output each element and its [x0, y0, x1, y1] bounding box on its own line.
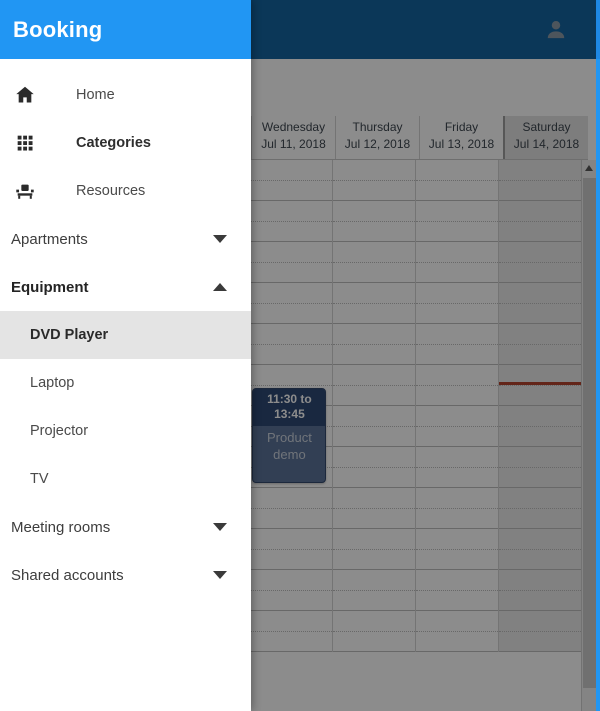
sidebar-group-label: Equipment: [11, 278, 89, 296]
chair-icon: [11, 178, 39, 204]
sidebar-subitem-label: TV: [30, 471, 49, 487]
sidebar-group-equipment[interactable]: Equipment: [0, 263, 251, 311]
sidebar-group-label: Apartments: [11, 230, 88, 248]
app-title: Booking: [13, 16, 103, 42]
apps-grid-icon: [11, 130, 39, 156]
home-icon: [11, 82, 39, 108]
sidebar-item-label: Categories: [76, 135, 151, 151]
app-root: Jul 08, 2018 - Jul 14, 2018 SundayJul 08…: [0, 0, 600, 711]
sidebar-group-apartments[interactable]: Apartments: [0, 215, 251, 263]
sidebar-subitem-label: Laptop: [30, 375, 75, 391]
sidebar-group-meeting-rooms[interactable]: Meeting rooms: [0, 503, 251, 551]
chevron-up-icon[interactable]: [213, 283, 227, 291]
sidebar-subitem-laptop[interactable]: Laptop: [0, 359, 251, 407]
navigation-drawer: Booking Home Categories Resources Apartment…: [0, 0, 251, 711]
sidebar-group-shared-accounts[interactable]: Shared accounts: [0, 551, 251, 599]
sidebar-subitem-projector[interactable]: Projector: [0, 407, 251, 455]
sidebar-subitem-tv[interactable]: TV: [0, 455, 251, 503]
sidebar-item-categories[interactable]: Categories: [0, 119, 251, 167]
sidebar-group-label: Shared accounts: [11, 566, 124, 584]
sidebar-subitem-label: Projector: [30, 423, 89, 439]
right-edge-accent-strip: [596, 0, 600, 711]
right-edge-accent-top: [596, 0, 600, 59]
chevron-down-icon[interactable]: [213, 235, 227, 243]
sidebar-subitem-label: DVD Player: [30, 327, 109, 343]
sidebar-item-home[interactable]: Home: [0, 71, 251, 119]
sidebar-item-label: Resources: [76, 183, 146, 199]
chevron-down-icon[interactable]: [213, 523, 227, 531]
sidebar-item-label: Home: [76, 87, 115, 103]
drawer-header: Booking: [0, 0, 251, 59]
sidebar-item-resources[interactable]: Resources: [0, 167, 251, 215]
drawer-menu: Home Categories Resources Apartments Equipme…: [0, 59, 251, 599]
sidebar-group-label: Meeting rooms: [11, 518, 111, 536]
sidebar-subitem-dvd-player[interactable]: DVD Player: [0, 311, 251, 359]
chevron-down-icon[interactable]: [213, 571, 227, 579]
